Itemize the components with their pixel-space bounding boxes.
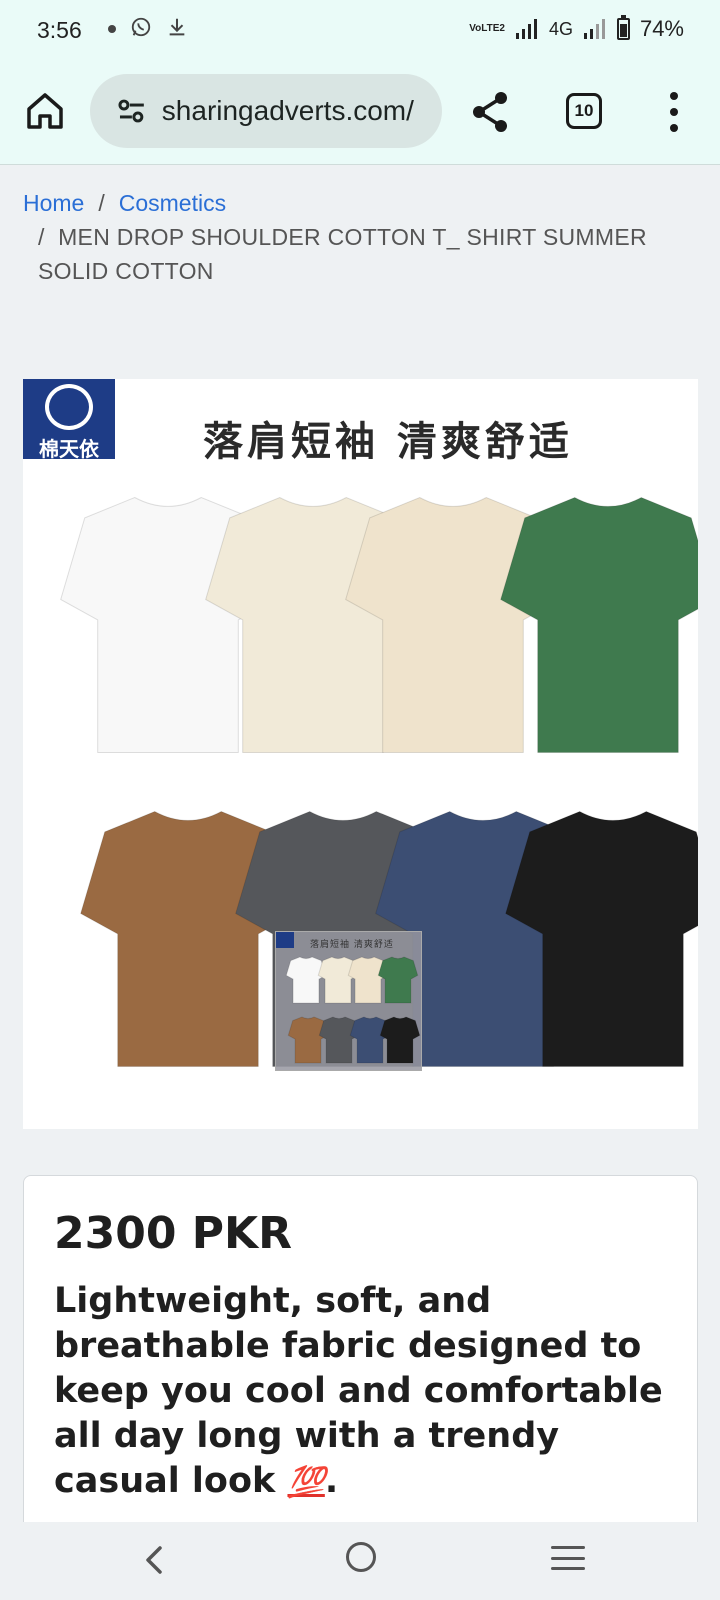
- volte-label: VoLTE2: [469, 23, 505, 34]
- whatsapp-icon: [131, 17, 151, 37]
- breadcrumb-current: / MEN DROP SHOULDER COTTON T_ SHIRT SUMM…: [23, 220, 683, 288]
- breadcrumb-separator: /: [98, 190, 105, 216]
- battery-icon: [616, 15, 630, 40]
- system-nav-bar: [0, 1522, 720, 1600]
- share-icon[interactable]: [470, 90, 510, 134]
- battery-percent: 74%: [639, 16, 684, 41]
- url-text: sharingadverts.com/: [161, 95, 414, 126]
- tab-switcher-button[interactable]: 10: [566, 93, 602, 129]
- breadcrumb: Home / Cosmetics / MEN DROP SHOULDER COTTO…: [23, 186, 683, 288]
- hundred-points-emoji: 💯: [287, 1465, 325, 1500]
- home-icon[interactable]: [24, 90, 66, 132]
- breadcrumb-cosmetics-link[interactable]: Cosmetics: [119, 190, 226, 216]
- signal-icon-sim2: [583, 19, 605, 39]
- tshirt-1: [285, 956, 327, 1004]
- signal-icon: [515, 19, 537, 39]
- address-bar[interactable]: sharingadverts.com/: [90, 74, 442, 148]
- notification-icons: [108, 16, 188, 38]
- tshirt-4: [500, 496, 698, 753]
- product-card: 2300 PKR Lightweight, soft, and breathab…: [23, 1175, 698, 1535]
- breadcrumb-current-title: MEN DROP SHOULDER COTTON T_ SHIRT SUMMER…: [38, 224, 647, 284]
- product-image[interactable]: 棉天依 落肩短袖 清爽舒适 落肩短袖 清爽舒适: [23, 379, 698, 1129]
- product-description-text: Lightweight, soft, and breathable fabric…: [54, 1281, 663, 1501]
- home-nav-icon[interactable]: [346, 1542, 376, 1572]
- image-thumbnail-overlay[interactable]: 落肩短袖 清爽舒适: [275, 931, 422, 1071]
- tshirt-4: [377, 956, 419, 1004]
- site-settings-icon[interactable]: [116, 97, 148, 125]
- status-right: VoLTE2 4G 74%: [469, 15, 684, 42]
- back-icon[interactable]: [140, 1542, 170, 1578]
- tshirt-5: [287, 1016, 329, 1064]
- tshirt-6: [318, 1016, 360, 1064]
- browser-toolbar: sharingadverts.com/ 10: [0, 62, 720, 165]
- status-bar: 3:56 VoLTE2 4G 74%: [0, 0, 720, 62]
- product-description: Lightweight, soft, and breathable fabric…: [54, 1279, 664, 1505]
- tshirt-8: [379, 1016, 421, 1064]
- notification-dot-icon: [108, 25, 116, 33]
- breadcrumb-separator: /: [38, 224, 45, 250]
- product-price: 2300 PKR: [54, 1208, 293, 1259]
- status-time: 3:56: [37, 17, 82, 43]
- download-icon: [169, 18, 185, 36]
- network-type: 4G: [548, 18, 573, 39]
- product-description-end: .: [324, 1461, 339, 1501]
- more-options-icon[interactable]: [662, 92, 686, 132]
- breadcrumb-home-link[interactable]: Home: [23, 190, 84, 216]
- recent-apps-icon[interactable]: [551, 1546, 585, 1570]
- thumbnail-tshirt-grid: [285, 956, 421, 1064]
